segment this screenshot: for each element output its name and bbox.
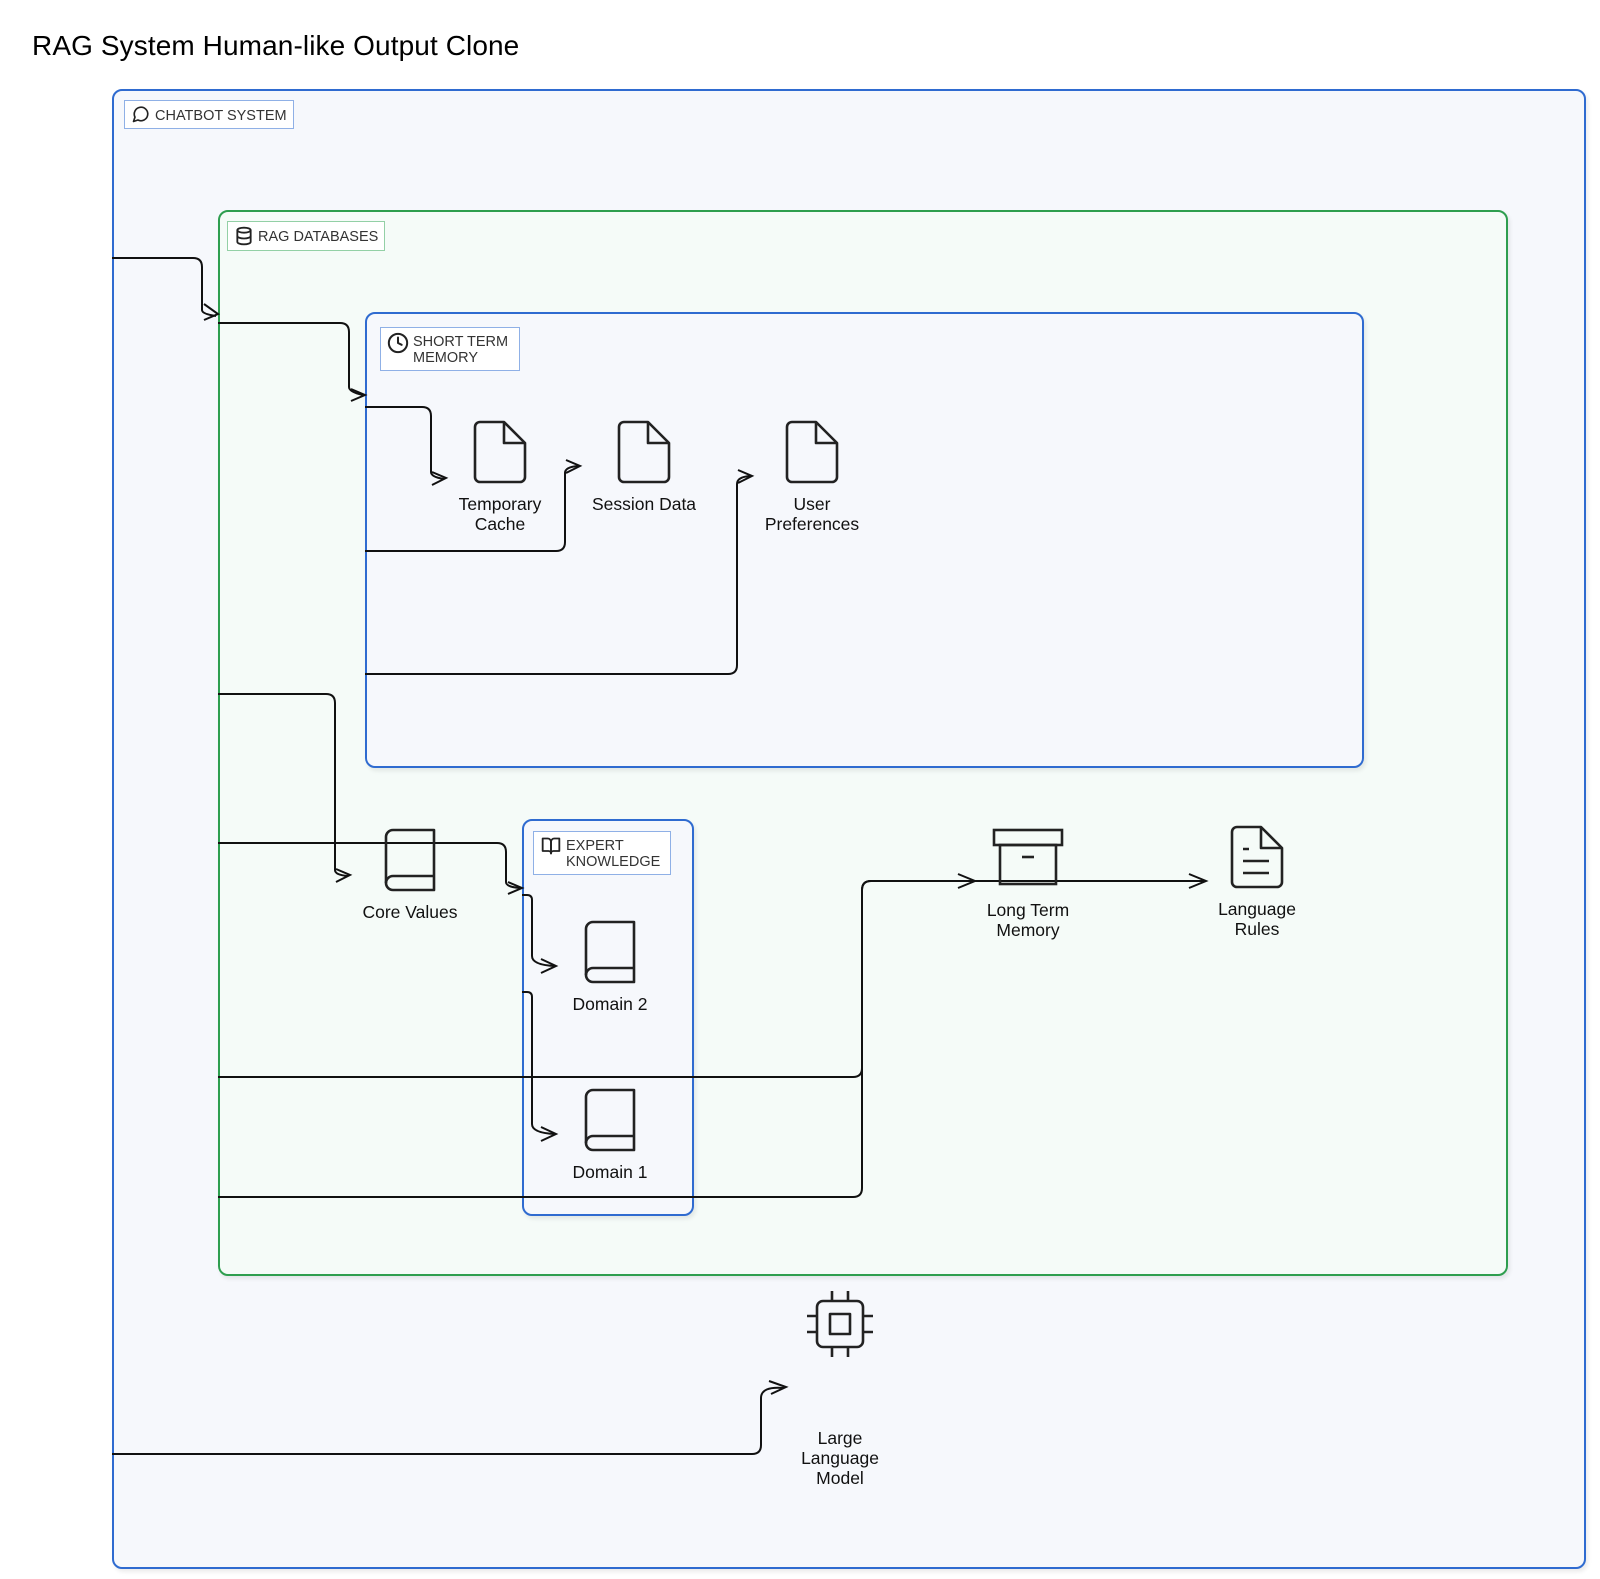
node-label: Domain 2 xyxy=(572,994,648,1014)
group-label-text: Short Term Memory xyxy=(413,334,509,366)
book-icon xyxy=(584,920,636,984)
node-session-data[interactable]: Session Data xyxy=(574,420,714,514)
node-core-values[interactable]: Core Values xyxy=(350,828,470,922)
group-label-expert-knowledge: Expert Knowledge xyxy=(533,831,671,875)
node-label: Long Term Memory xyxy=(986,900,1070,940)
message-circle-icon xyxy=(132,106,149,123)
database-icon xyxy=(236,226,252,246)
book-open-icon xyxy=(541,837,561,855)
node-domain-2[interactable]: Domain 2 xyxy=(550,920,670,1014)
node-temporary-cache[interactable]: Temporary Cache xyxy=(440,420,560,534)
node-language-rules[interactable]: Language Rules xyxy=(1197,825,1317,939)
node-label: Domain 1 xyxy=(572,1162,648,1182)
group-label-text: Chatbot System xyxy=(155,108,287,124)
group-label-short-term-memory: Short Term Memory xyxy=(380,327,520,371)
file-text-icon xyxy=(1230,825,1284,889)
group-label-chatbot-system: Chatbot System xyxy=(124,100,294,129)
node-label: Large Language Model xyxy=(801,1428,879,1488)
node-label: Language Rules xyxy=(1218,899,1296,939)
archive-icon xyxy=(992,828,1064,886)
clock-icon xyxy=(387,332,409,354)
node-user-preferences[interactable]: User Preferences xyxy=(750,420,874,534)
file-icon xyxy=(617,420,671,484)
node-long-term-memory[interactable]: Long Term Memory xyxy=(968,828,1088,940)
file-icon xyxy=(785,420,839,484)
node-label: Temporary Cache xyxy=(458,494,542,534)
cpu-icon xyxy=(807,1291,873,1357)
group-short-term-memory[interactable] xyxy=(365,312,1364,768)
group-label-text: RAG Databases xyxy=(258,229,379,245)
node-domain-1[interactable]: Domain 1 xyxy=(550,1088,670,1182)
book-icon xyxy=(384,828,436,892)
node-label: User Preferences xyxy=(764,494,860,534)
book-icon xyxy=(584,1088,636,1152)
node-label: Session Data xyxy=(591,494,697,514)
node-label: Core Values xyxy=(362,902,458,922)
node-large-language-model[interactable]: Large Language Model xyxy=(780,1288,900,1488)
group-label-rag-databases: RAG Databases xyxy=(227,221,386,251)
diagram-title: RAG System Human-like Output Clone xyxy=(32,30,520,61)
group-label-text: Expert Knowledge xyxy=(566,838,661,870)
file-icon xyxy=(473,420,527,484)
